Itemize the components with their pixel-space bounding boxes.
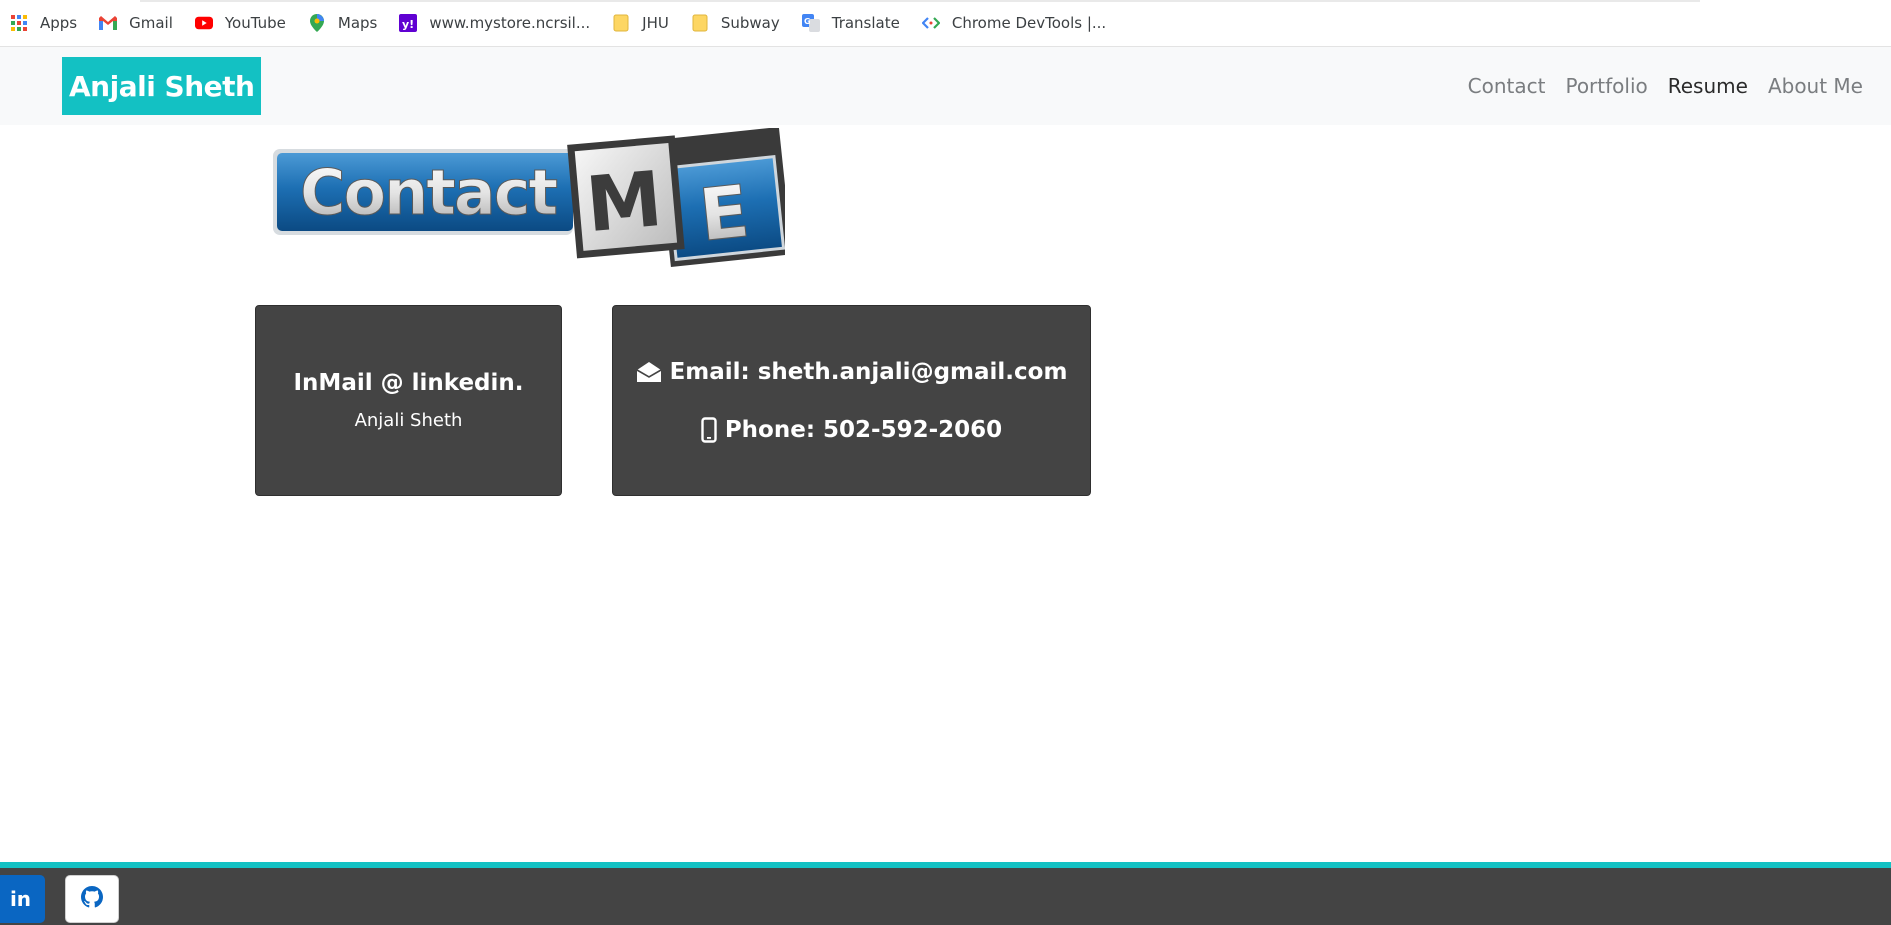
banner-letter-e: E [695,169,753,258]
linkedin-card[interactable]: InMail @ linkedin. Anjali Sheth [255,305,562,496]
site-footer [0,862,1891,925]
folder-icon [691,14,709,32]
linkedin-button[interactable]: in [0,875,45,923]
banner-word: Contact [300,156,557,229]
bookmark-label: Subway [720,14,780,32]
maps-pin-icon [308,14,326,32]
svg-text:G: G [804,17,811,26]
nav-link-contact[interactable]: Contact [1468,74,1546,98]
bookmark-label: Translate [831,14,900,32]
bookmark-label: Apps [40,14,78,32]
gmail-icon [99,14,118,32]
nav-links: Contact Portfolio Resume About Me [1448,47,1863,125]
bookmark-label: YouTube [224,14,286,32]
phone-line[interactable]: Phone: 502-592-2060 [701,417,1002,443]
contact-info-card: Email: sheth.anjali@gmail.com Phone: 502… [612,305,1091,496]
bookmark-subway[interactable]: Subway [691,14,780,32]
bookmark-apps[interactable]: Apps [10,14,77,32]
bookmark-maps[interactable]: Maps [308,14,377,32]
letter-m-tile: M [567,135,685,259]
linkedin-card-name: Anjali Sheth [354,410,463,431]
bookmark-label: JHU [642,14,669,32]
banner-letter-m: M [583,154,666,249]
github-icon [81,886,103,912]
youtube-icon [194,14,213,32]
bookmark-label: Maps [337,14,378,32]
bookmark-label: Chrome DevTools |... [951,14,1107,32]
nav-link-about-me[interactable]: About Me [1768,74,1863,98]
linkedin-card-title: InMail @ linkedin. [293,370,524,396]
translate-icon: G [801,14,820,32]
apps-grid-icon [10,14,28,32]
github-button[interactable] [65,875,119,923]
mobile-phone-icon [701,416,717,443]
devtools-icon [921,14,940,32]
email-line[interactable]: Email: sheth.anjali@gmail.com [636,358,1068,385]
bookmark-gmail[interactable]: Gmail [99,14,173,32]
bookmark-jhu[interactable]: JHU [612,14,669,32]
email-text: Email: sheth.anjali@gmail.com [669,358,1068,385]
bookmark-devtools[interactable]: Chrome DevTools |... [921,14,1107,32]
bookmarks-bar: Apps Gmail YouTube Maps y! www.mystore.n… [0,0,1891,47]
site-navbar: Anjali Sheth Contact Portfolio Resume Ab… [0,47,1891,125]
contact-me-banner: Contact E M [270,126,793,273]
bookmark-label: Gmail [129,14,173,32]
linkedin-icon: in [9,887,32,911]
tab-strip-edge [140,0,1700,2]
phone-text: Phone: 502-592-2060 [724,416,1003,443]
envelope-open-icon [636,361,662,383]
bookmark-label: www.mystore.ncrsil... [429,14,591,32]
svg-text:y!: y! [402,18,414,31]
bookmark-mystore[interactable]: y! www.mystore.ncrsil... [399,14,590,32]
bookmark-youtube[interactable]: YouTube [194,14,286,32]
nav-link-resume[interactable]: Resume [1668,74,1748,98]
brand-logo[interactable]: Anjali Sheth [62,57,262,115]
folder-icon [612,14,630,32]
yahoo-icon: y! [399,14,418,32]
nav-link-portfolio[interactable]: Portfolio [1565,74,1647,98]
bookmark-translate[interactable]: G Translate [801,14,900,32]
